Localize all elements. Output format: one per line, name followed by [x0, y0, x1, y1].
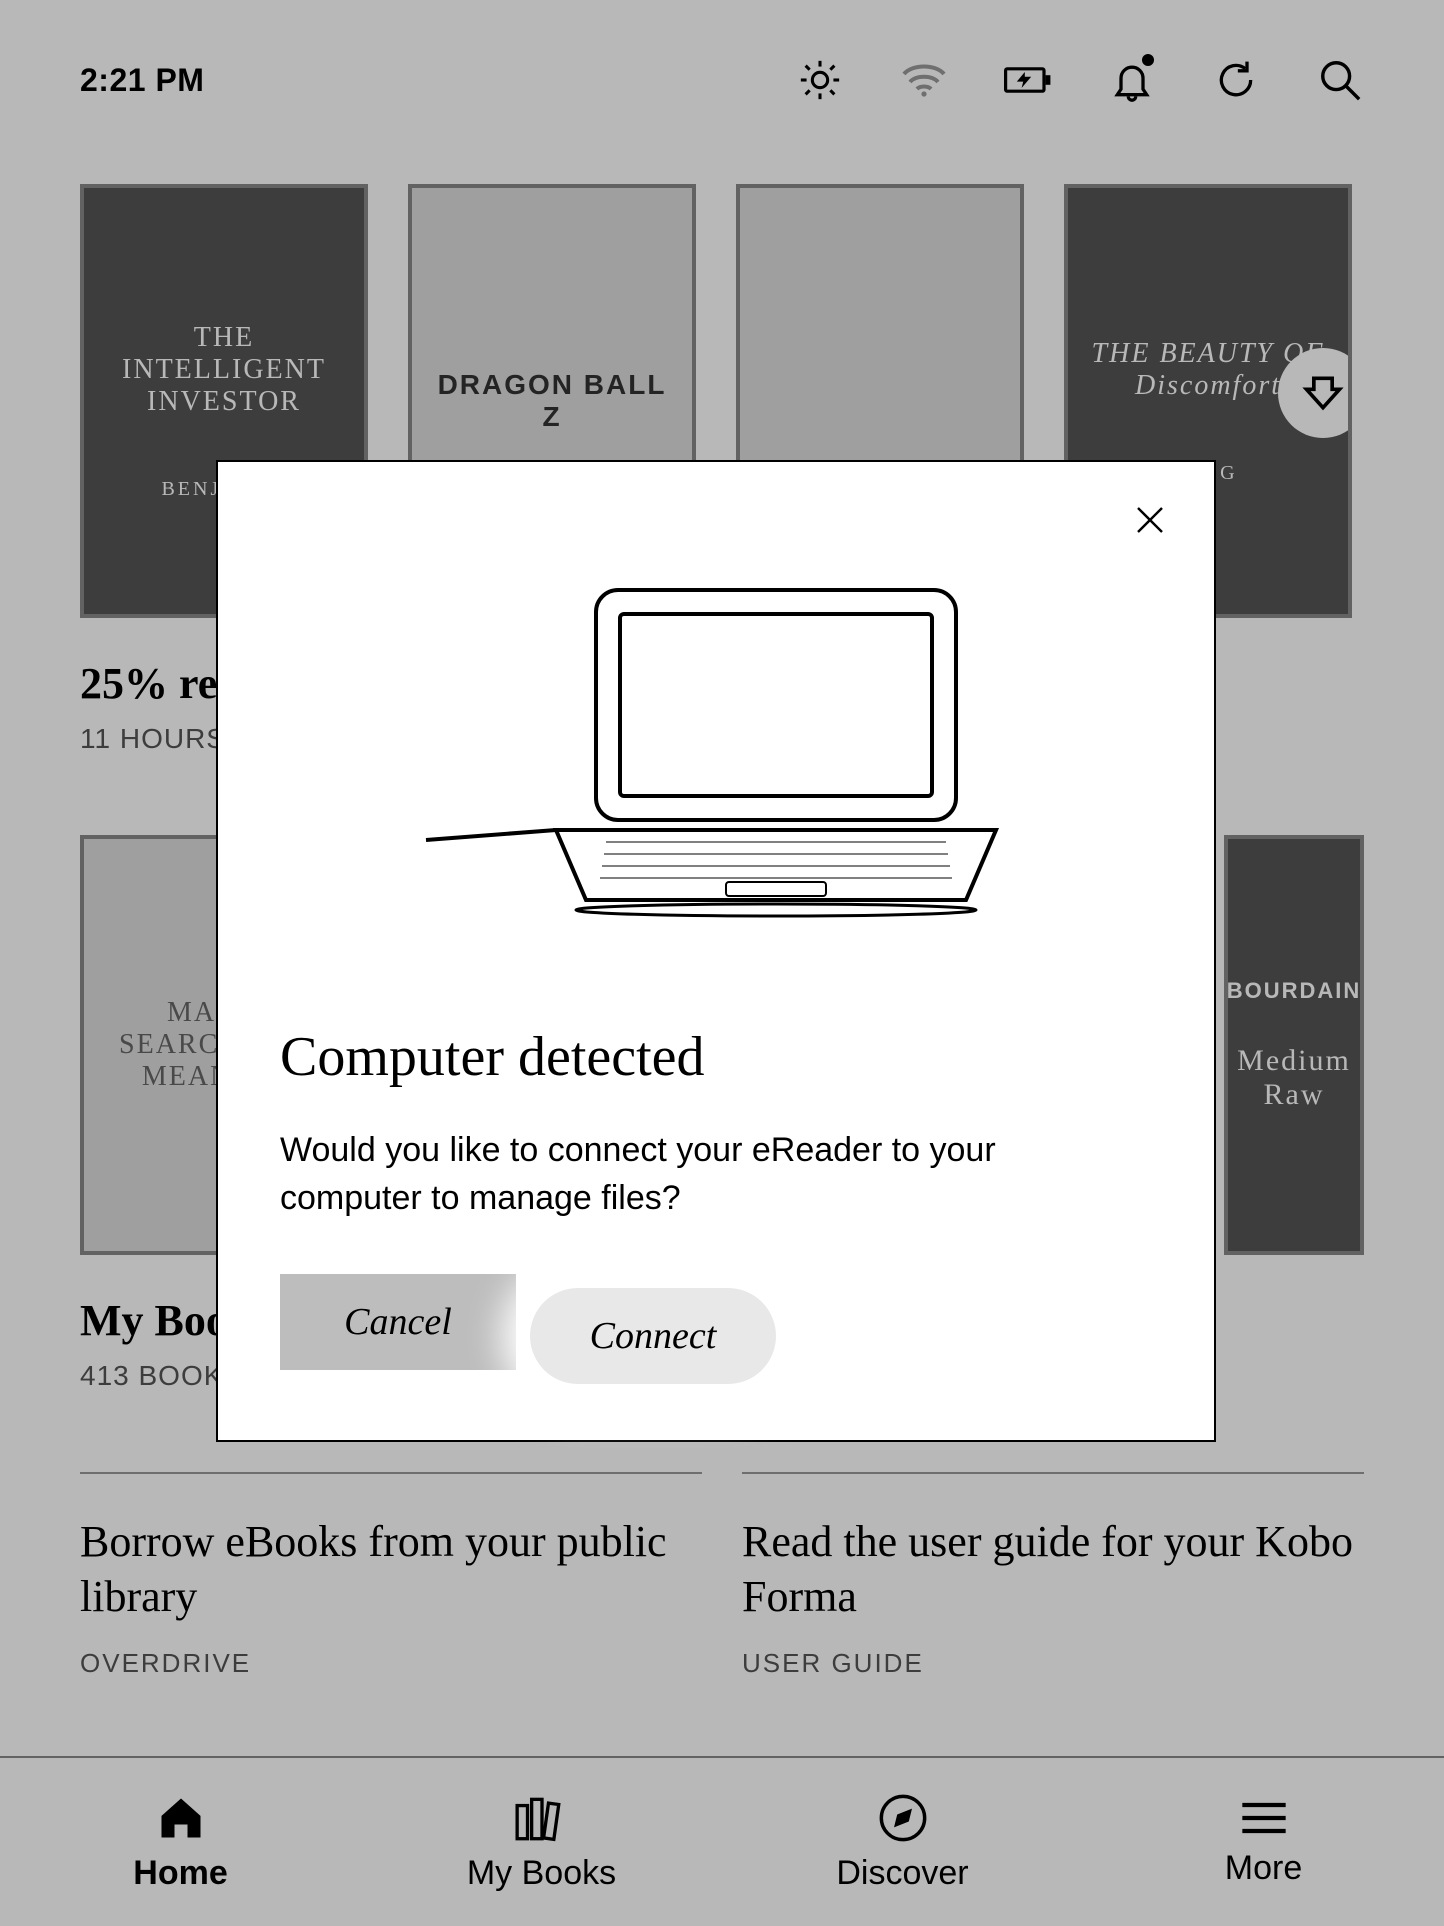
- card-subtitle: USER GUIDE: [742, 1648, 1364, 1679]
- overdrive-card[interactable]: Borrow eBooks from your public library O…: [80, 1472, 702, 1679]
- card-title: Read the user guide for your Kobo Forma: [742, 1514, 1364, 1624]
- laptop-illustration: [406, 580, 1026, 925]
- tab-label: Home: [133, 1854, 227, 1893]
- download-icon[interactable]: [1278, 348, 1352, 438]
- dialog-body: Would you like to connect your eReader t…: [280, 1127, 1100, 1222]
- book-title: DRAGON BALL Z: [412, 349, 692, 453]
- search-icon[interactable]: [1316, 56, 1364, 104]
- tab-my-books[interactable]: My Books: [361, 1758, 722, 1926]
- card-subtitle: OVERDRIVE: [80, 1648, 702, 1679]
- tab-label: My Books: [467, 1854, 616, 1893]
- battery-charging-icon: [1004, 56, 1052, 104]
- user-guide-card[interactable]: Read the user guide for your Kobo Forma …: [742, 1472, 1364, 1679]
- bottom-nav: Home My Books Discover More: [0, 1756, 1444, 1926]
- connect-button[interactable]: Connect: [530, 1288, 776, 1384]
- book-title: BOURDAIN: [1224, 958, 1364, 1024]
- menu-icon: [1238, 1797, 1290, 1839]
- brightness-icon[interactable]: [796, 56, 844, 104]
- compass-icon: [877, 1792, 929, 1844]
- book-cover[interactable]: BOURDAIN Medium Raw: [1224, 835, 1364, 1255]
- home-screen: 2:21 PM THE: [0, 0, 1444, 1926]
- tab-label: Discover: [836, 1854, 968, 1893]
- status-bar: 2:21 PM: [0, 0, 1444, 144]
- notification-bell-icon[interactable]: [1108, 56, 1156, 104]
- close-icon[interactable]: [1128, 498, 1172, 542]
- book-subtitle: Medium Raw: [1224, 1024, 1364, 1132]
- connect-button-highlight: Connect: [516, 1274, 790, 1398]
- cancel-button[interactable]: Cancel: [280, 1274, 516, 1370]
- card-title: Borrow eBooks from your public library: [80, 1514, 702, 1624]
- dialog-actions: Cancel Connect: [280, 1274, 1152, 1398]
- wifi-icon[interactable]: [900, 56, 948, 104]
- home-icon: [154, 1792, 208, 1844]
- tab-label: More: [1225, 1849, 1302, 1888]
- book-title: THE INTELLIGENT INVESTOR: [84, 302, 364, 438]
- books-icon: [513, 1792, 571, 1844]
- sync-icon[interactable]: [1212, 56, 1260, 104]
- dialog-title: Computer detected: [280, 1025, 1152, 1089]
- status-icons: [796, 56, 1364, 104]
- tab-home[interactable]: Home: [0, 1758, 361, 1926]
- clock: 2:21 PM: [80, 62, 204, 99]
- tab-discover[interactable]: Discover: [722, 1758, 1083, 1926]
- computer-detected-dialog: Computer detected Would you like to conn…: [216, 460, 1216, 1442]
- tab-more[interactable]: More: [1083, 1758, 1444, 1926]
- info-cards: Borrow eBooks from your public library O…: [80, 1472, 1364, 1679]
